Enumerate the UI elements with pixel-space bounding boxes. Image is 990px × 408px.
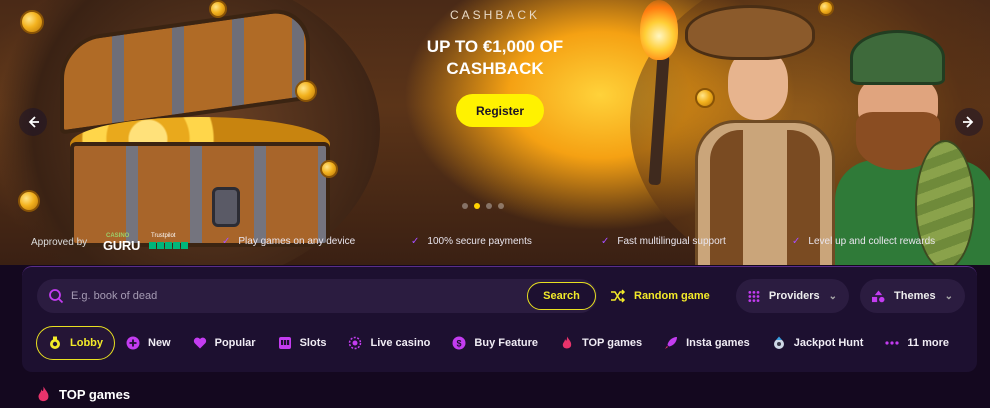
svg-text:$: $ [457,338,462,348]
tab-popular[interactable]: Popular [182,326,267,360]
tab-live-casino[interactable]: Live casino [337,326,441,360]
trustpilot-stars [149,242,188,249]
carousel-dot[interactable] [498,203,504,209]
rocket-icon [664,336,678,350]
dollar-icon: $ [452,336,466,350]
tab-lobby[interactable]: Lobby [36,326,115,360]
random-game-button[interactable]: Random game [610,279,710,313]
search-bar: Search [37,279,597,313]
game-filter-panel: Search Random game Providers ⌄ Themes ⌄ … [22,266,977,372]
casino-guru-logo[interactable]: CASINO GURU [101,233,141,253]
treasure-chest-illustration [30,4,330,252]
providers-dropdown[interactable]: Providers ⌄ [736,279,849,313]
chevron-down-icon: ⌄ [944,290,953,302]
coin-icon [209,0,227,18]
check-icon: ✓ [792,236,801,247]
coin-icon [295,80,317,102]
carousel-prev-button[interactable] [19,108,47,136]
grid-icon [748,290,760,302]
section-title: TOP games [36,386,130,403]
shapes-icon [872,289,885,302]
chevron-down-icon: ⌄ [828,290,837,302]
coin-icon [18,190,40,212]
promo-headline: UP TO €1,000 OF CASHBACK [426,37,564,78]
search-input[interactable] [71,279,501,313]
hero-banner: CASHBACK UP TO €1,000 OF CASHBACK Regist… [0,0,990,265]
register-button[interactable]: Register [456,94,544,127]
tab-slots[interactable]: Slots [267,326,338,360]
carousel-dot-active[interactable] [474,203,480,209]
carousel-dots [462,203,504,209]
torch-illustration [640,0,680,190]
heart-icon [193,336,207,350]
casino-page: CASHBACK UP TO €1,000 OF CASHBACK Regist… [0,0,990,408]
more-dots-icon [885,336,899,350]
flame-icon [560,336,574,350]
slot-machine-icon [278,336,292,350]
search-icon [49,289,64,304]
plus-circle-icon [126,336,140,350]
trustpilot-logo[interactable]: Trustpilot [149,233,191,253]
tab-buy-feature[interactable]: $ Buy Feature [441,326,549,360]
search-button[interactable]: Search [527,282,596,310]
coin-icon [320,160,338,178]
feature-item: ✓ 100% secure payments [411,236,532,247]
carousel-dot[interactable] [462,203,468,209]
shuffle-icon [611,289,626,303]
coin-icon [20,10,44,34]
tab-more[interactable]: 11 more [874,326,960,360]
jackpot-icon [772,336,786,350]
tab-new[interactable]: New [115,326,182,360]
feature-item: ✓ Play games on any device [222,236,356,247]
arrow-right-icon [963,116,974,128]
tab-top-games[interactable]: TOP games [549,326,653,360]
tab-insta-games[interactable]: Insta games [653,326,761,360]
arrow-left-icon [28,116,39,128]
promo-kicker: CASHBACK [449,8,541,22]
promo-text: CASHBACK UP TO €1,000 OF CASHBACK [400,8,590,80]
lobby-icon [48,336,62,350]
check-icon: ✓ [411,236,420,247]
approved-by-label: Approved by [31,237,88,248]
category-tabs: Lobby New Popular Slots Live casino $ Bu… [36,325,960,361]
feature-item: ✓ Fast multilingual support [601,236,726,247]
flame-icon [38,386,49,402]
check-icon: ✓ [222,236,231,247]
tab-jackpot-hunt[interactable]: Jackpot Hunt [761,326,875,360]
carousel-dot[interactable] [486,203,492,209]
live-icon [348,336,362,350]
feature-item: ✓ Level up and collect rewards [792,236,936,247]
check-icon: ✓ [601,236,610,247]
themes-dropdown[interactable]: Themes ⌄ [860,279,965,313]
carousel-next-button[interactable] [955,108,983,136]
